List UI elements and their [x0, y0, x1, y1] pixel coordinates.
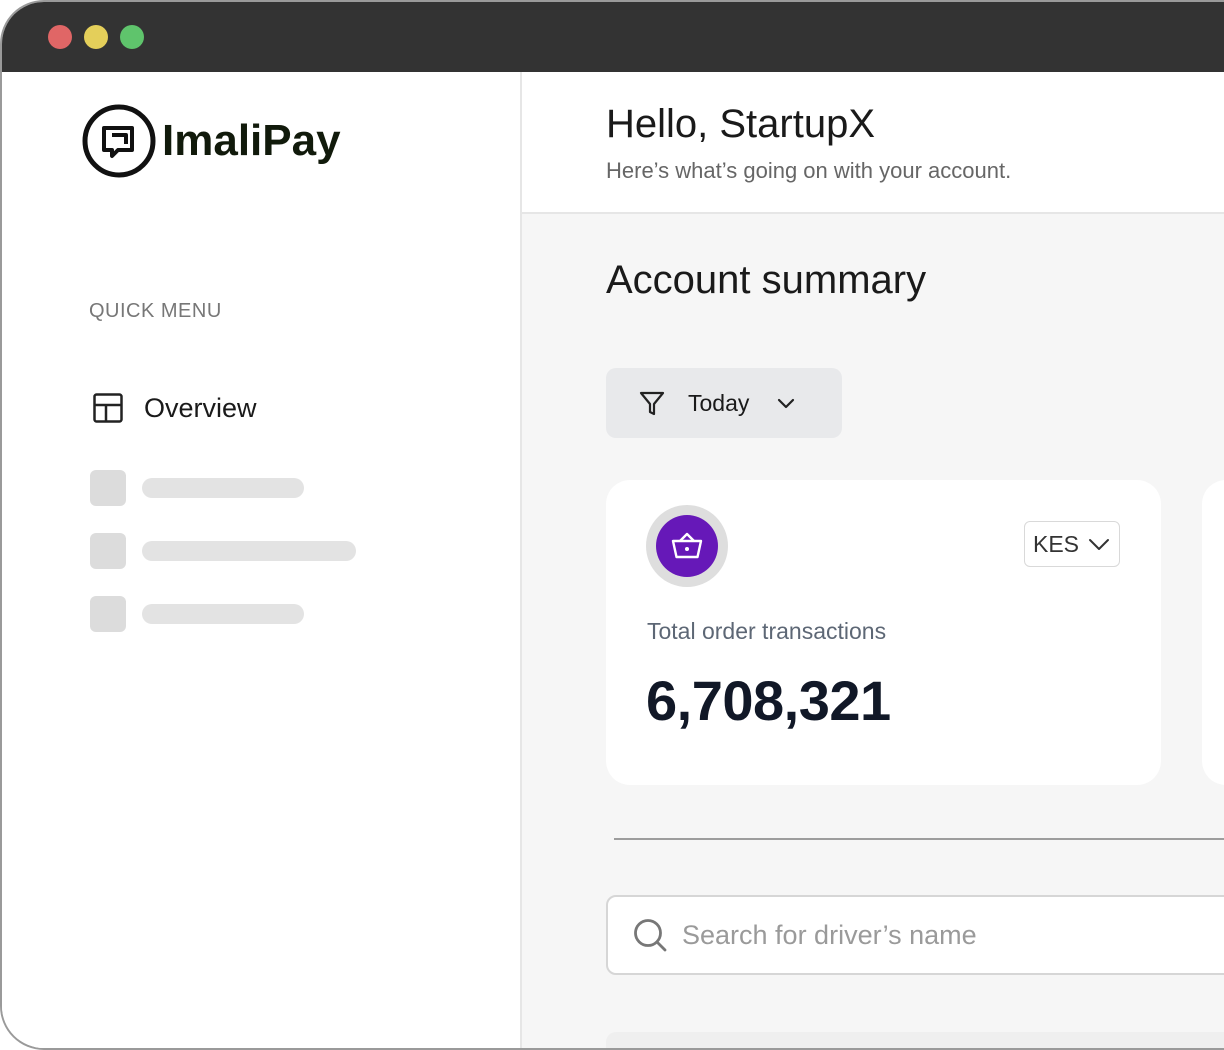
sidebar-item-label: Overview	[144, 392, 257, 423]
sidebar-item-placeholder	[90, 533, 356, 569]
chevron-down-icon	[778, 398, 795, 409]
metric-label: Total order transactions	[647, 618, 887, 644]
placeholder-icon	[90, 596, 126, 632]
basket-icon	[671, 532, 703, 559]
placeholder-label	[142, 604, 304, 624]
imalipay-logo-icon	[82, 104, 156, 178]
placeholder-label	[142, 478, 304, 498]
date-filter-label: Today	[688, 389, 750, 416]
close-window-button[interactable]	[48, 25, 72, 49]
table-header-placeholder	[606, 1032, 1224, 1048]
sidebar-item-placeholder	[90, 596, 304, 632]
section-divider	[614, 838, 1224, 840]
account-summary-title: Account summary	[606, 258, 927, 302]
sidebar: ImaliPay QUICK MENU Overview	[2, 72, 522, 1048]
greeting-subtitle: Here’s what’s going on with your account…	[606, 158, 1012, 183]
app-window: ImaliPay QUICK MENU Overview Hello, Star…	[0, 0, 1224, 1050]
greeting-title: Hello, StartupX	[606, 102, 876, 146]
minimize-window-button[interactable]	[84, 25, 108, 49]
driver-search-input[interactable]	[680, 918, 1184, 952]
sidebar-item-placeholder	[90, 470, 304, 506]
currency-select[interactable]: KES	[1024, 521, 1120, 567]
page-header: Hello, StartupX Here’s what’s going on w…	[522, 72, 1224, 214]
metric-value: 6,708,321	[646, 669, 891, 732]
title-bar	[2, 2, 1224, 72]
date-filter-dropdown[interactable]: Today	[606, 368, 842, 438]
main-content: Hello, StartupX Here’s what’s going on w…	[522, 72, 1224, 1048]
maximize-window-button[interactable]	[120, 25, 144, 49]
next-summary-card	[1202, 480, 1224, 785]
total-orders-card: KES Total order transactions 6,708,321	[606, 480, 1161, 785]
placeholder-icon	[90, 533, 126, 569]
search-icon	[634, 919, 667, 952]
currency-label: KES	[1033, 530, 1080, 557]
sidebar-item-overview[interactable]: Overview	[92, 392, 257, 424]
chevron-down-icon	[1089, 539, 1110, 550]
brand-name: ImaliPay	[162, 116, 341, 165]
driver-search-box[interactable]	[606, 895, 1224, 975]
placeholder-label	[142, 541, 356, 561]
filter-icon	[639, 391, 665, 416]
quick-menu-heading: QUICK MENU	[89, 300, 222, 322]
layout-icon	[93, 393, 123, 423]
brand-logo[interactable]: ImaliPay	[82, 104, 341, 178]
card-icon-badge	[646, 505, 728, 587]
placeholder-icon	[90, 470, 126, 506]
